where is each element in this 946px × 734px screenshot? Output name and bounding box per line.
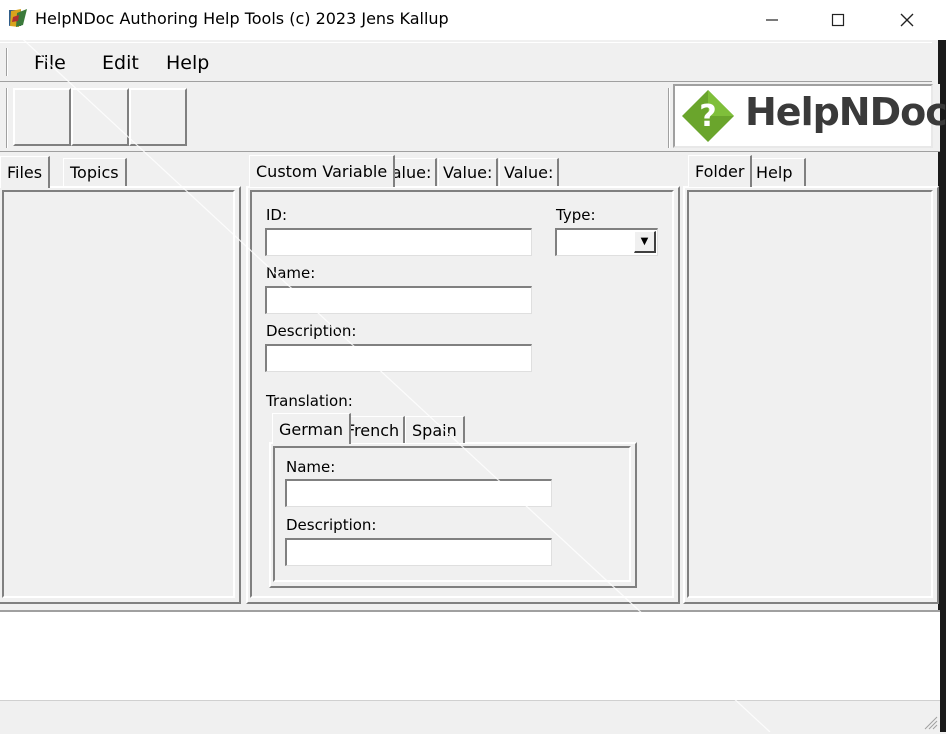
menu-bar-grip[interactable] (6, 48, 8, 76)
right-panel-content (687, 190, 933, 598)
minimize-icon[interactable] (742, 0, 802, 40)
translation-description-label: Description: (286, 516, 377, 534)
toolbar-button-1[interactable] (13, 88, 71, 146)
menu-file[interactable]: File (34, 52, 66, 74)
type-label: Type: (556, 206, 596, 224)
svg-text:?: ? (699, 99, 716, 134)
tab-value-2[interactable]: Value: (438, 158, 499, 186)
resize-grip-icon[interactable] (922, 714, 938, 730)
output-area[interactable] (0, 610, 940, 700)
menu-help[interactable]: Help (166, 52, 209, 74)
translation-label: Translation: (266, 392, 353, 410)
tab-topics[interactable]: Topics (63, 158, 127, 186)
toolbar-grip[interactable] (6, 88, 8, 148)
translation-name-label: Name: (286, 458, 336, 476)
menu-edit[interactable]: Edit (102, 52, 139, 74)
tab-custom-variable[interactable]: Custom Variable (249, 155, 396, 187)
tab-help[interactable]: Help (750, 158, 806, 186)
description-label: Description: (266, 322, 357, 340)
title-bar-edge (938, 0, 946, 40)
toolbar-separator (668, 88, 670, 148)
tab-files[interactable]: Files (0, 156, 51, 188)
helpndoc-logo-text: HelpNDoc (745, 90, 946, 134)
close-icon[interactable] (877, 0, 937, 40)
menu-bar (0, 42, 932, 82)
left-panel-content (2, 190, 235, 598)
status-bar (0, 700, 940, 732)
tab-value-3[interactable]: Value: (499, 158, 560, 186)
chevron-down-icon[interactable]: ▼ (634, 231, 656, 253)
description-field[interactable] (265, 344, 532, 372)
id-field[interactable] (265, 228, 532, 256)
tab-spain[interactable]: Spain (405, 416, 465, 443)
translation-description-field[interactable] (285, 538, 552, 566)
toolbar-button-3[interactable] (129, 88, 187, 146)
id-label: ID: (266, 206, 288, 224)
type-combobox[interactable]: ▼ (555, 228, 658, 256)
helpndoc-logo-icon: ? (680, 88, 738, 144)
toolbar-button-2[interactable] (71, 88, 129, 146)
name-field[interactable] (265, 286, 532, 314)
translation-name-field[interactable] (285, 479, 552, 507)
tab-folder[interactable]: Folder (688, 155, 753, 187)
name-label: Name: (266, 264, 316, 282)
maximize-icon[interactable] (808, 0, 868, 40)
app-icon[interactable] (7, 7, 31, 31)
window-title: HelpNDoc Authoring Help Tools (c) 2023 J… (35, 9, 449, 28)
tab-german[interactable]: German (272, 413, 352, 444)
